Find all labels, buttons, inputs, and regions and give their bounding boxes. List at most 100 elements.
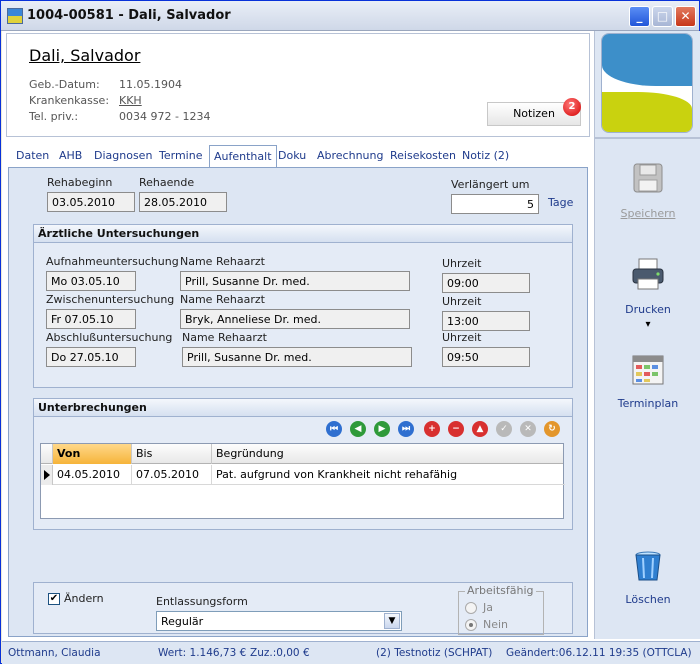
entlassung-label: Entlassungsform [156, 595, 248, 608]
phone-value: 0034 972 - 1234 [119, 110, 211, 123]
zwischen-arzt-label: Name Rehaarzt [180, 293, 265, 306]
aufnahme-time-field[interactable]: 09:00 [442, 273, 530, 293]
prev-page-icon[interactable]: ◀ [350, 421, 366, 437]
tab-bar: Daten AHB Diagnosen Termine Aufenthalt D… [8, 145, 588, 169]
verlaengert-field[interactable]: 5 [451, 194, 539, 214]
table-row[interactable]: 04.05.2010 07.05.2010 Pat. aufgrund von … [53, 465, 565, 485]
tab-reisekosten[interactable]: Reisekosten [390, 149, 456, 162]
zwischen-time-label: Uhrzeit [442, 295, 482, 308]
drucken-label: Drucken [625, 303, 671, 316]
insurance-label: Krankenkasse: [29, 94, 110, 107]
next-page-icon[interactable]: ▶ [374, 421, 390, 437]
untersuchungen-title: Ärztliche Untersuchungen [34, 225, 572, 243]
cell-bis[interactable]: 07.05.2010 [132, 465, 212, 485]
zwischen-date-field[interactable]: Fr 07.05.10 [46, 309, 136, 329]
entlassung-value: Regulär [161, 615, 204, 628]
column-begruendung[interactable]: Begründung [212, 444, 565, 464]
unterbrechungen-grid[interactable]: Von Bis Begründung 04.05.2010 07.05.2010… [40, 443, 565, 519]
application-window: 1004-00581 - Dali, Salvador _ □ ✕ Dali, … [0, 0, 700, 664]
entlassung-group: ✔ Ändern Entlassungsform Regulär ▼ Arbei… [33, 582, 573, 635]
aendern-checkbox[interactable]: ✔ [48, 593, 60, 605]
tab-notiz[interactable]: Notiz (2) [462, 149, 509, 162]
maximize-button[interactable]: □ [652, 6, 673, 27]
ja-radio[interactable] [465, 602, 477, 614]
close-button[interactable]: ✕ [675, 6, 696, 27]
abschluss-time-field[interactable]: 09:50 [442, 347, 530, 367]
rehaende-field[interactable]: 28.05.2010 [139, 192, 227, 212]
drucken-dropdown-icon[interactable]: ▾ [595, 319, 700, 330]
drucken-button[interactable]: Drucken ▾ [595, 257, 700, 337]
window-title: 1004-00581 - Dali, Salvador [27, 8, 231, 23]
tab-aufenthalt[interactable]: Aufenthalt [209, 145, 277, 169]
cell-von[interactable]: 04.05.2010 [53, 465, 132, 485]
tab-daten[interactable]: Daten [16, 149, 49, 162]
speichern-button[interactable]: Speichern [595, 161, 700, 225]
status-bar: Ottmann, Claudia Wert: 1.146,73 € Zuz.:0… [2, 641, 700, 664]
tab-termine[interactable]: Termine [159, 149, 202, 162]
tab-doku[interactable]: Doku [278, 149, 306, 162]
minimize-button[interactable]: _ [629, 6, 650, 27]
delete-record-icon[interactable]: − [448, 421, 464, 437]
chevron-down-icon[interactable]: ▼ [384, 613, 400, 629]
verlaengert-label: Verlängert um [451, 178, 530, 191]
rehabeginn-label: Rehabeginn [47, 176, 113, 189]
unterbrechungen-group: Unterbrechungen ⏮ ◀ ▶ ⏭ + − ▲ ✓ ✕ ↻ Von … [33, 398, 573, 530]
abschluss-arzt-label: Name Rehaarzt [182, 331, 267, 344]
patient-name[interactable]: Dali, Salvador [29, 46, 140, 65]
client-area: Dali, Salvador Geb.-Datum: 11.05.1904 Kr… [2, 31, 700, 641]
sidebar-divider [595, 137, 700, 139]
refresh-icon[interactable]: ↻ [544, 421, 560, 437]
terminplan-button[interactable]: Terminplan [595, 353, 700, 413]
add-record-icon[interactable]: + [424, 421, 440, 437]
column-bis[interactable]: Bis [132, 444, 212, 464]
loeschen-button[interactable]: Löschen [595, 549, 700, 609]
last-record-icon[interactable]: ⏭ [398, 421, 414, 437]
column-von[interactable]: Von [53, 444, 132, 464]
rehabeginn-field[interactable]: 03.05.2010 [47, 192, 135, 212]
aufenthalt-panel: Rehabeginn 03.05.2010 Rehaende 28.05.201… [8, 167, 588, 637]
tab-abrechnung[interactable]: Abrechnung [317, 149, 383, 162]
tab-ahb[interactable]: AHB [59, 149, 82, 162]
abschluss-time-label: Uhrzeit [442, 331, 482, 344]
trash-icon [635, 551, 661, 581]
aufnahme-time-label: Uhrzeit [442, 257, 482, 270]
calendar-icon [632, 355, 664, 385]
edit-record-icon[interactable]: ▲ [472, 421, 488, 437]
unterbrechungen-title: Unterbrechungen [34, 399, 572, 417]
zwischen-arzt-field[interactable]: Bryk, Anneliese Dr. med. [180, 309, 410, 329]
birthdate-value: 11.05.1904 [119, 78, 182, 91]
loeschen-label: Löschen [625, 593, 671, 606]
status-user: Ottmann, Claudia [8, 647, 101, 659]
sidebar: Speichern Drucken ▾ Terminplan Löschen [594, 31, 700, 639]
first-record-icon[interactable]: ⏮ [326, 421, 342, 437]
abschluss-label: Abschlußuntersuchung [46, 331, 173, 344]
patient-header: Dali, Salvador Geb.-Datum: 11.05.1904 Kr… [6, 33, 590, 137]
nein-radio[interactable] [465, 619, 477, 631]
untersuchungen-group: Ärztliche Untersuchungen Aufnahmeuntersu… [33, 224, 573, 388]
status-notiz: (2) Testnotiz (SCHPAT) [376, 647, 493, 659]
entlassung-select[interactable]: Regulär ▼ [156, 611, 402, 631]
printer-icon [632, 258, 664, 290]
abschluss-date-field[interactable]: Do 27.05.10 [46, 347, 136, 367]
save-icon [633, 163, 663, 193]
app-logo [601, 33, 693, 133]
title-bar[interactable]: 1004-00581 - Dali, Salvador _ □ ✕ [1, 1, 699, 31]
post-record-icon[interactable]: ✓ [496, 421, 512, 437]
aufnahme-arzt-field[interactable]: Prill, Susanne Dr. med. [180, 271, 410, 291]
grid-indicator-header [41, 444, 53, 464]
zwischen-time-field[interactable]: 13:00 [442, 311, 530, 331]
cancel-record-icon[interactable]: ✕ [520, 421, 536, 437]
cell-begruendung[interactable]: Pat. aufgrund von Krankheit nicht rehafä… [212, 465, 565, 485]
status-geaendert: Geändert:06.12.11 19:35 (OTTCLA) [506, 647, 692, 659]
abschluss-arzt-field[interactable]: Prill, Susanne Dr. med. [182, 347, 412, 367]
tab-diagnosen[interactable]: Diagnosen [94, 149, 152, 162]
status-wert: Wert: 1.146,73 € [158, 647, 247, 659]
notizen-count-badge: 2 [563, 98, 581, 116]
tage-label: Tage [548, 196, 574, 209]
current-row-indicator [41, 465, 53, 485]
ja-label: Ja [483, 601, 493, 614]
birthdate-label: Geb.-Datum: [29, 78, 100, 91]
insurance-link[interactable]: KKH [119, 94, 142, 107]
aufnahme-date-field[interactable]: Mo 03.05.10 [46, 271, 136, 291]
aendern-label: Ändern [64, 592, 104, 605]
